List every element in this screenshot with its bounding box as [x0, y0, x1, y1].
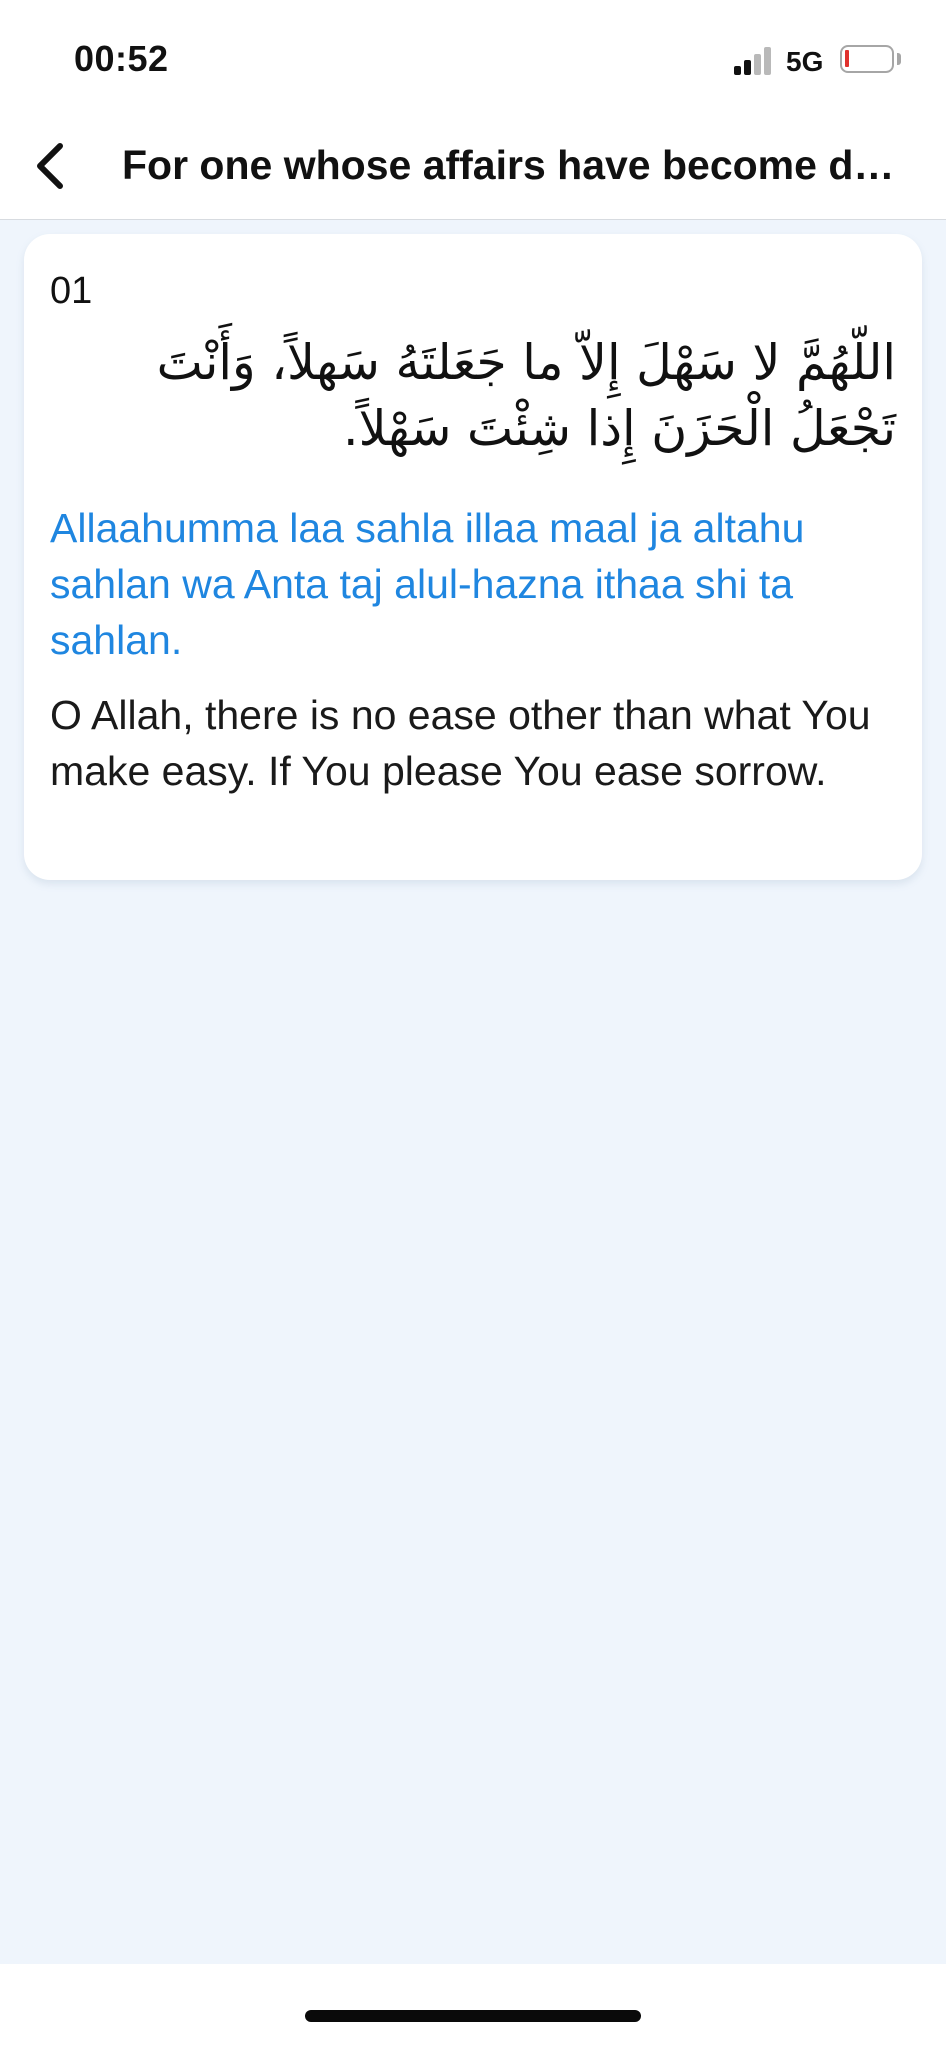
dua-number: 01 [50, 270, 93, 312]
arabic-text: اللّهُمَّ لا سَهْلَ إِلاّ ما جَعَلتَهُ س… [156, 334, 896, 457]
network-type: 5G [786, 46, 824, 77]
status-bar: 00:52 5G [0, 0, 946, 110]
home-area [0, 1964, 946, 2048]
back-button[interactable] [22, 130, 86, 200]
content-area: 01 اللّهُمَّ لا سَهْلَ إِلاّ ما جَعَلتَه… [0, 220, 946, 1964]
status-time: 00:52 [74, 38, 169, 79]
transliteration-text: Allaahumma laa sahla illaa maal ja altah… [50, 505, 805, 663]
battery-icon [840, 45, 894, 73]
battery-level [845, 50, 849, 67]
home-indicator[interactable] [305, 2010, 641, 2022]
dua-card: 01 اللّهُمَّ لا سَهْلَ إِلاّ ما جَعَلتَه… [24, 234, 922, 880]
chevron-left-icon [37, 143, 63, 189]
battery-cap [897, 53, 901, 65]
signal-icon [734, 47, 774, 75]
nav-bar: For one whose affairs have become di... [0, 110, 946, 220]
page-title: For one whose affairs have become di... [122, 142, 898, 188]
translation-text: O Allah, there is no ease other than wha… [50, 692, 871, 794]
